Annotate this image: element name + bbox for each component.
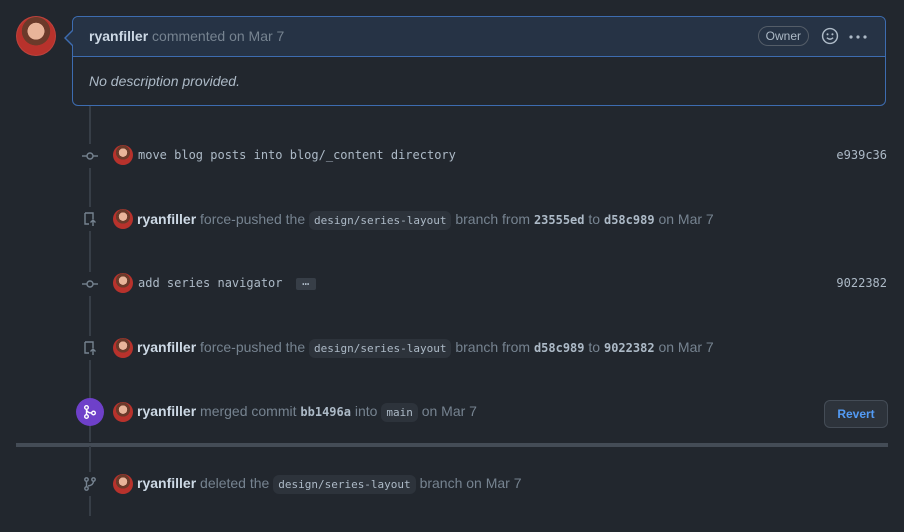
comment-action[interactable]: commented on Mar 7 <box>152 28 284 44</box>
commit-author-avatar[interactable] <box>113 273 133 293</box>
commit-message[interactable]: add series navigator … <box>138 275 316 290</box>
git-commit-icon <box>78 144 102 168</box>
event-text: to <box>588 339 601 355</box>
push-author-avatar[interactable] <box>113 209 133 229</box>
kebab-horizontal-icon[interactable] <box>849 35 867 39</box>
expand-commit-button[interactable]: … <box>295 275 316 290</box>
event-text: branch <box>419 475 463 491</box>
event-text: into <box>354 403 378 419</box>
merge-author-avatar[interactable] <box>113 402 133 422</box>
event-text: branch from <box>455 339 531 355</box>
force-push-event: ryanfiller force-pushed the design/serie… <box>137 211 714 230</box>
commit-message-text[interactable]: add series navigator <box>138 276 283 290</box>
base-branch[interactable]: main <box>381 403 418 422</box>
commit-sha[interactable]: 9022382 <box>836 276 887 290</box>
commit-message[interactable]: move blog posts into blog/_content direc… <box>138 148 456 162</box>
event-author[interactable]: ryanfiller <box>137 211 196 227</box>
merge-divider <box>16 443 888 447</box>
branch-name[interactable]: design/series-layout <box>309 211 452 230</box>
branch-name[interactable]: design/series-layout <box>309 339 452 358</box>
author-avatar[interactable] <box>16 16 56 56</box>
force-push-event: ryanfiller force-pushed the design/serie… <box>137 339 714 358</box>
commit-author-avatar[interactable] <box>113 145 133 165</box>
owner-badge: Owner <box>757 26 809 46</box>
event-author[interactable]: ryanfiller <box>137 475 196 491</box>
event-text: merged commit <box>200 403 297 419</box>
from-sha[interactable]: 23555ed <box>534 213 585 227</box>
comment-body: No description provided. <box>89 73 240 89</box>
from-sha[interactable]: d58c989 <box>534 341 585 355</box>
to-sha[interactable]: d58c989 <box>604 213 655 227</box>
git-branch-icon <box>78 472 102 496</box>
repo-push-icon <box>78 336 102 360</box>
event-author[interactable]: ryanfiller <box>137 339 196 355</box>
deleted-branch-name[interactable]: design/series-layout <box>273 475 416 494</box>
delete-branch-event: ryanfiller deleted the design/series-lay… <box>137 475 522 494</box>
event-date[interactable]: on Mar 7 <box>658 339 713 355</box>
comment-box: ryanfiller commented on Mar 7 Owner No d… <box>72 16 886 106</box>
push-author-avatar[interactable] <box>113 338 133 358</box>
merge-commit-sha[interactable]: bb1496a <box>300 405 351 419</box>
event-text: force-pushed the <box>200 211 306 227</box>
merge-event: ryanfiller merged commit bb1496a into ma… <box>137 403 477 422</box>
repo-push-icon <box>78 207 102 231</box>
event-author[interactable]: ryanfiller <box>137 403 196 419</box>
to-sha[interactable]: 9022382 <box>604 341 655 355</box>
git-commit-icon <box>78 272 102 296</box>
delete-author-avatar[interactable] <box>113 474 133 494</box>
comment-pointer-fill <box>66 31 73 45</box>
commit-sha[interactable]: e939c36 <box>836 148 887 162</box>
event-text: branch from <box>455 211 531 227</box>
event-text: deleted the <box>200 475 270 491</box>
event-text: force-pushed the <box>200 339 306 355</box>
git-merge-icon <box>76 398 104 426</box>
event-text: to <box>588 211 601 227</box>
comment-header: ryanfiller commented on Mar 7 Owner <box>73 17 885 57</box>
comment-author[interactable]: ryanfiller <box>89 28 148 44</box>
revert-button[interactable]: Revert <box>824 400 888 428</box>
event-date[interactable]: on Mar 7 <box>658 211 713 227</box>
emoji-smiley-icon[interactable] <box>821 27 839 45</box>
event-date[interactable]: on Mar 7 <box>422 403 477 419</box>
event-date[interactable]: on Mar 7 <box>466 475 521 491</box>
